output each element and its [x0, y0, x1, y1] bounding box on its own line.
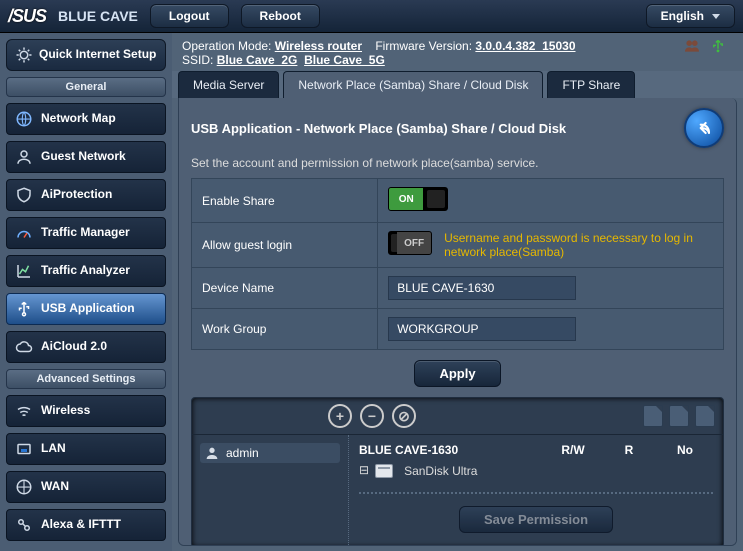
tree-collapse-icon[interactable]: ⊟: [359, 463, 369, 478]
nav-guest-network[interactable]: Guest Network: [6, 141, 166, 173]
file-action-1[interactable]: [643, 405, 663, 427]
enable-share-label: Enable Share: [192, 179, 378, 223]
fw-link[interactable]: 3.0.0.4.382_15030: [475, 39, 575, 53]
user-icon: [204, 445, 220, 461]
nav-label: LAN: [41, 442, 66, 455]
toggle-on-label: ON: [389, 188, 423, 210]
panel-title: USB Application - Network Place (Samba) …: [191, 121, 566, 136]
divider: [359, 492, 713, 494]
file-action-2[interactable]: [669, 405, 689, 427]
wifi-icon: [15, 402, 33, 420]
disk-name: SanDisk Ultra: [404, 464, 477, 478]
usb-icon: [15, 300, 33, 318]
globe-icon: [15, 110, 33, 128]
language-label: English: [661, 9, 704, 23]
ssid-label: SSID:: [182, 53, 213, 67]
nav-traffic-analyzer[interactable]: Traffic Analyzer: [6, 255, 166, 287]
nav-label: Alexa & IFTTT: [41, 518, 121, 531]
nav-label: Traffic Manager: [41, 226, 130, 239]
toggle-off-label: OFF: [397, 232, 431, 254]
toggle-knob: [427, 190, 445, 208]
nav-label: AiCloud 2.0: [41, 340, 107, 353]
nav-wireless[interactable]: Wireless: [6, 395, 166, 427]
qis-label: Quick Internet Setup: [39, 48, 156, 62]
col-r: R: [601, 443, 657, 457]
gauge-icon: [15, 224, 33, 242]
col-no: No: [657, 443, 713, 457]
op-mode-label: Operation Mode:: [182, 39, 271, 53]
nav-label: Traffic Analyzer: [41, 264, 130, 277]
nav-lan[interactable]: LAN: [6, 433, 166, 465]
gear-icon: [15, 46, 33, 64]
op-mode-link[interactable]: Wireless router: [275, 39, 362, 53]
logout-button[interactable]: Logout: [150, 4, 229, 28]
share-name-header: BLUE CAVE-1630: [359, 443, 545, 457]
nav-label: Network Map: [41, 112, 116, 125]
device-name-label: Device Name: [192, 268, 378, 309]
panel-description: Set the account and permission of networ…: [191, 156, 724, 170]
back-button[interactable]: [684, 108, 724, 148]
shield-icon: [15, 186, 33, 204]
device-name-input[interactable]: [388, 276, 576, 300]
nav-usb-application[interactable]: USB Application: [6, 293, 166, 325]
section-general: General: [6, 77, 166, 97]
nav-label: Wireless: [41, 404, 90, 417]
nav-label: Guest Network: [41, 150, 126, 163]
add-user-button[interactable]: +: [328, 404, 352, 428]
edit-user-button[interactable]: ⊘: [392, 404, 416, 428]
ssid-2g-link[interactable]: Blue Cave_2G: [217, 53, 298, 67]
tab-ftp-share[interactable]: FTP Share: [547, 71, 635, 98]
ssid-5g-link[interactable]: Blue Cave_5G: [304, 53, 385, 67]
nav-alexa-ifttt[interactable]: Alexa & IFTTT: [6, 509, 166, 541]
allow-guest-toggle[interactable]: OFF: [388, 231, 432, 255]
nav-label: WAN: [41, 480, 69, 493]
wan-icon: [15, 478, 33, 496]
nav-label: USB Application: [41, 302, 135, 315]
tab-samba-share[interactable]: Network Place (Samba) Share / Cloud Disk: [283, 71, 543, 98]
nav-traffic-manager[interactable]: Traffic Manager: [6, 217, 166, 249]
chart-icon: [15, 262, 33, 280]
language-selector[interactable]: English: [646, 4, 735, 28]
apply-button[interactable]: Apply: [414, 360, 500, 387]
lan-icon: [15, 440, 33, 458]
guest-icon: [15, 148, 33, 166]
col-rw: R/W: [545, 443, 601, 457]
clients-icon[interactable]: [683, 39, 701, 53]
disk-icon: [375, 464, 393, 478]
cloud-icon: [15, 338, 33, 356]
enable-share-toggle[interactable]: ON: [388, 187, 448, 211]
workgroup-input[interactable]: [388, 317, 576, 341]
back-arrow-icon: [694, 118, 714, 138]
tab-media-server[interactable]: Media Server: [178, 71, 279, 98]
user-row[interactable]: admin: [200, 443, 340, 463]
reboot-button[interactable]: Reboot: [241, 4, 320, 28]
save-permission-button[interactable]: Save Permission: [459, 506, 613, 533]
user-name: admin: [226, 446, 259, 460]
guest-hint: Username and password is necessary to lo…: [444, 231, 713, 259]
workgroup-label: Work Group: [192, 309, 378, 350]
file-action-3[interactable]: [695, 405, 715, 427]
brand-logo: /SUS: [8, 6, 46, 27]
nav-wan[interactable]: WAN: [6, 471, 166, 503]
section-advanced: Advanced Settings: [6, 369, 166, 389]
usb-status-icon[interactable]: [709, 39, 727, 53]
nav-network-map[interactable]: Network Map: [6, 103, 166, 135]
nav-label: AiProtection: [41, 188, 112, 201]
fw-label: Firmware Version:: [375, 39, 472, 53]
share-disk-row[interactable]: ⊟ SanDisk Ultra: [359, 461, 713, 480]
chevron-down-icon: [712, 14, 720, 19]
nav-aiprotection[interactable]: AiProtection: [6, 179, 166, 211]
quick-internet-setup[interactable]: Quick Internet Setup: [6, 39, 166, 71]
remove-user-button[interactable]: −: [360, 404, 384, 428]
product-name: BLUE CAVE: [58, 8, 138, 24]
allow-guest-label: Allow guest login: [192, 223, 378, 268]
link-icon: [15, 516, 33, 534]
nav-aicloud[interactable]: AiCloud 2.0: [6, 331, 166, 363]
